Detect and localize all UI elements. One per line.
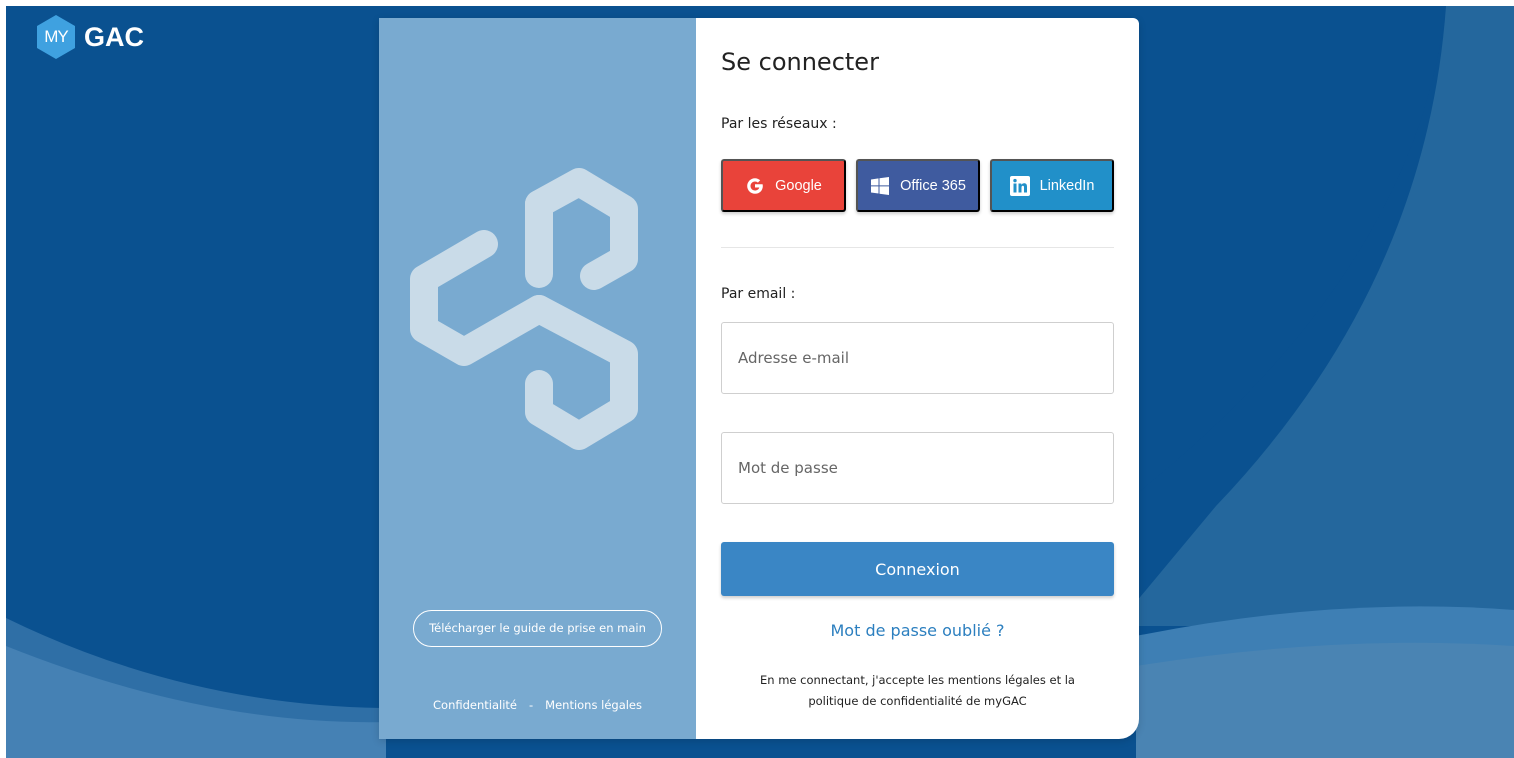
forgot-password-link[interactable]: Mot de passe oublié ? (721, 621, 1114, 640)
google-icon (747, 177, 763, 194)
google-login-label: Google (775, 177, 822, 194)
login-panel: Se connecter Par les réseaux : Google Of… (696, 18, 1139, 739)
privacy-link[interactable]: Confidentialité (433, 698, 517, 712)
connect-button[interactable]: Connexion (721, 542, 1114, 596)
linkedin-icon (1009, 175, 1030, 196)
legal-notice-link[interactable]: Mentions légales (545, 698, 642, 712)
gac-hexagon-logo-icon (410, 168, 638, 450)
legal-notice-text: En me connectant, j'accepte les mentions… (721, 670, 1114, 712)
page-title: Se connecter (721, 48, 879, 76)
windows-icon (871, 176, 890, 195)
brand-hexagon-icon: MY (36, 14, 76, 60)
download-guide-button[interactable]: Télécharger le guide de prise en main (413, 610, 662, 647)
office365-login-label: Office 365 (900, 177, 966, 194)
networks-label: Par les réseaux : (721, 116, 837, 132)
email-field[interactable] (721, 322, 1114, 394)
office365-login-button[interactable]: Office 365 (856, 159, 980, 212)
legal-line-1: En me connectant, j'accepte les mentions… (760, 673, 1075, 687)
brand-badge-text: MY (44, 27, 69, 46)
email-section-label: Par email : (721, 286, 796, 302)
left-panel: Télécharger le guide de prise en main Co… (379, 18, 696, 739)
legal-line-2: politique de confidentialité de myGAC (808, 694, 1027, 708)
login-card: Télécharger le guide de prise en main Co… (379, 18, 1139, 739)
brand-name: GAC (84, 21, 144, 52)
password-field[interactable] (721, 432, 1114, 504)
footer-separator: - (529, 698, 534, 712)
section-divider (721, 247, 1114, 248)
brand-logo[interactable]: MY GAC (36, 14, 144, 60)
linkedin-login-label: LinkedIn (1039, 177, 1095, 194)
google-login-button[interactable]: Google (721, 159, 846, 212)
linkedin-login-button[interactable]: LinkedIn (990, 159, 1114, 212)
footer-links: Confidentialité - Mentions légales (379, 698, 696, 712)
